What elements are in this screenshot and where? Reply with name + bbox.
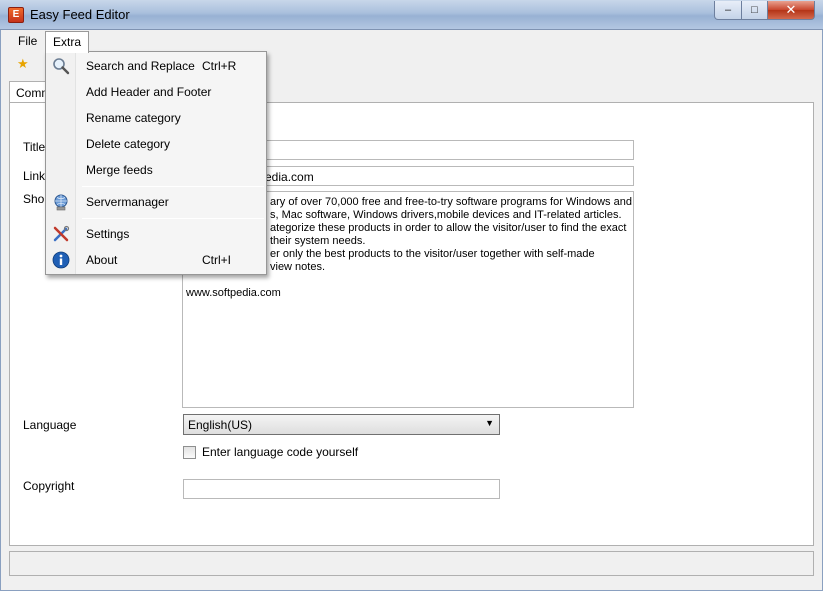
server-globe-icon — [54, 194, 68, 211]
menu-item-label: Servermanager — [86, 195, 169, 209]
menu-item-label: Rename category — [86, 111, 181, 125]
copyright-field[interactable] — [183, 479, 500, 499]
description-line — [186, 274, 630, 287]
menu-item-label: About — [86, 253, 118, 267]
language-code-checkbox-label: Enter language code yourself — [202, 445, 359, 459]
menu-item-about[interactable]: About Ctrl+I — [48, 248, 264, 272]
info-icon — [52, 251, 70, 269]
window-title: Easy Feed Editor — [30, 7, 130, 22]
close-button[interactable]: ✕ — [767, 1, 815, 20]
language-code-checkbox[interactable] — [183, 446, 196, 459]
star-icon[interactable]: ★ — [17, 56, 29, 72]
menu-item-add-header-and-footer[interactable]: Add Header and Footer — [48, 80, 264, 104]
maximize-button[interactable]: □ — [741, 1, 768, 20]
menu-item-label: Add Header and Footer — [86, 85, 212, 99]
menu-bar: File Extra — [8, 31, 814, 53]
menu-extra[interactable]: Extra — [45, 31, 90, 53]
menu-separator — [82, 218, 264, 219]
menu-item-servermanager[interactable]: Servermanager — [48, 190, 264, 214]
language-select[interactable]: English(US) ▼ — [183, 414, 500, 435]
settings-tools-icon — [53, 225, 70, 242]
dropdown-arrow-icon: ▼ — [485, 418, 494, 428]
app-icon: E — [8, 7, 24, 23]
description-line: www.softpedia.com — [186, 287, 281, 299]
menu-separator — [82, 186, 264, 187]
menu-file[interactable]: File — [11, 31, 44, 52]
link-label: Link — [23, 169, 46, 183]
menu-item-settings[interactable]: Settings — [48, 222, 264, 246]
menu-item-merge-feeds[interactable]: Merge feeds — [48, 158, 264, 182]
menu-item-label: Search and Replace — [86, 59, 195, 73]
menu-item-delete-category[interactable]: Delete category — [48, 132, 264, 156]
language-value: English(US) — [188, 418, 253, 432]
menu-item-search-and-replace[interactable]: Search and Replace Ctrl+R — [48, 54, 264, 78]
language-label: Language — [23, 418, 77, 432]
title-label: Title — [23, 140, 46, 154]
menu-item-label: Delete category — [86, 137, 171, 151]
link-value: edia.com — [265, 170, 314, 184]
menu-item-shortcut: Ctrl+I — [202, 253, 232, 267]
minimize-button[interactable]: – — [714, 1, 742, 20]
menu-item-label: Merge feeds — [86, 163, 153, 177]
title-bar[interactable]: E Easy Feed Editor – □ ✕ — [0, 0, 823, 30]
menu-item-rename-category[interactable]: Rename category — [48, 106, 264, 130]
menu-item-shortcut: Ctrl+R — [202, 59, 237, 73]
magnifier-icon — [53, 58, 70, 75]
copyright-label: Copyright — [23, 479, 75, 493]
extra-menu-dropdown: Search and Replace Ctrl+R Add Header and… — [45, 51, 267, 275]
status-bar — [9, 551, 814, 576]
menu-item-label: Settings — [86, 227, 130, 241]
